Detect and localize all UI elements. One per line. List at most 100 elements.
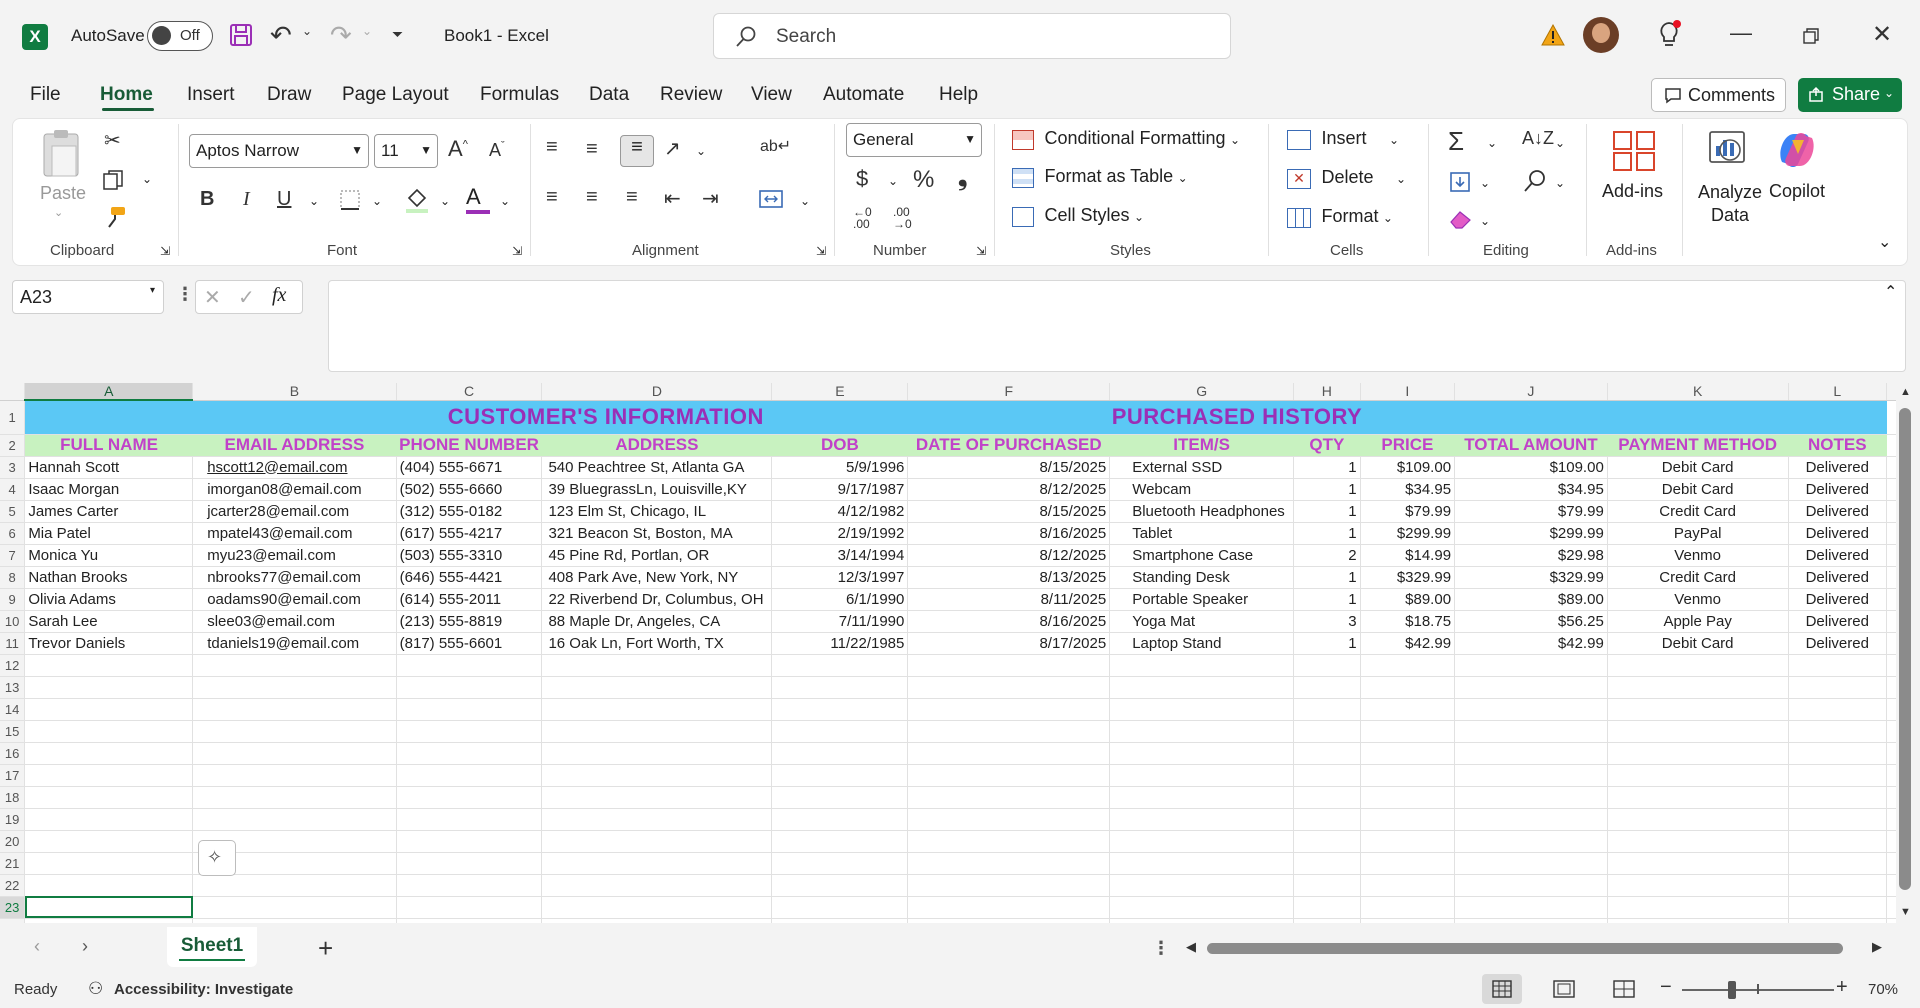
prev-sheet-icon[interactable]: ‹	[34, 936, 40, 957]
table-cell[interactable]: Credit Card	[1607, 566, 1789, 589]
cell[interactable]	[1293, 874, 1361, 897]
copilot-icon[interactable]	[1774, 128, 1820, 177]
row-header[interactable]: 7	[0, 544, 26, 567]
zoom-out-icon[interactable]: −	[1660, 976, 1672, 999]
scroll-right-icon[interactable]: ▶	[1872, 939, 1882, 955]
cell[interactable]	[771, 764, 909, 787]
table-cell[interactable]: 88 Maple Dr, Angeles, CA	[541, 610, 773, 633]
cell[interactable]	[396, 896, 543, 919]
cell[interactable]	[1607, 874, 1789, 897]
cell[interactable]	[907, 720, 1111, 743]
tab-insert[interactable]: Insert	[187, 84, 235, 106]
selected-cell[interactable]	[24, 896, 194, 919]
cell[interactable]	[1454, 720, 1608, 743]
cell[interactable]	[1788, 830, 1887, 853]
tab-automate[interactable]: Automate	[823, 84, 904, 106]
column-header-e[interactable]: E	[771, 383, 909, 401]
cell[interactable]	[24, 764, 194, 787]
cell[interactable]	[1360, 918, 1456, 923]
row-header[interactable]: 4	[0, 478, 26, 501]
cell[interactable]	[1360, 742, 1456, 765]
minimize-icon[interactable]: —	[1730, 20, 1752, 46]
cell[interactable]	[192, 764, 397, 787]
row-header[interactable]: 18	[0, 786, 26, 809]
number-launcher-icon[interactable]: ⇲	[976, 244, 986, 258]
table-cell[interactable]: Debit Card	[1607, 632, 1789, 655]
cell[interactable]	[907, 852, 1111, 875]
table-cell[interactable]: Venmo	[1607, 588, 1789, 611]
table-cell[interactable]: $329.99	[1360, 566, 1456, 589]
row-header[interactable]: 24	[0, 918, 26, 923]
table-cell[interactable]: Webcam	[1109, 478, 1295, 501]
row-header[interactable]: 2	[0, 434, 26, 457]
table-cell[interactable]: Venmo	[1607, 544, 1789, 567]
cell[interactable]	[1360, 786, 1456, 809]
tab-file[interactable]: File	[30, 84, 61, 106]
zoom-slider-thumb[interactable]	[1728, 981, 1736, 999]
column-heading[interactable]: QTY	[1293, 434, 1361, 457]
table-cell[interactable]: Standing Desk	[1109, 566, 1295, 589]
column-heading[interactable]: DOB	[771, 434, 908, 457]
table-cell[interactable]: Hannah Scott	[24, 456, 194, 479]
font-size-select[interactable]: 11 ▼	[374, 134, 438, 168]
cell[interactable]	[1607, 654, 1789, 677]
sort-filter-dropdown-icon[interactable]: ⌄	[1555, 136, 1565, 150]
table-cell[interactable]: Debit Card	[1607, 478, 1789, 501]
table-cell[interactable]: 4/12/1982	[771, 500, 909, 523]
table-cell[interactable]: 22 Riverbend Dr, Columbus, OH	[541, 588, 773, 611]
table-cell[interactable]: Apple Pay	[1607, 610, 1789, 633]
cell[interactable]	[1607, 786, 1789, 809]
table-cell[interactable]: Isaac Morgan	[24, 478, 194, 501]
tab-data[interactable]: Data	[589, 84, 629, 106]
table-cell[interactable]: (213) 555-8819	[396, 610, 543, 633]
font-color-icon[interactable]: A	[466, 184, 490, 214]
add-ins-icon[interactable]	[1612, 130, 1656, 177]
collapse-ribbon-icon[interactable]: ⌄	[1878, 232, 1891, 252]
font-color-dropdown-icon[interactable]: ⌄	[500, 194, 510, 208]
cell[interactable]	[1454, 808, 1608, 831]
cell[interactable]	[1109, 764, 1295, 787]
cell[interactable]	[396, 852, 543, 875]
horizontal-scroll-thumb[interactable]	[1207, 943, 1843, 954]
cell[interactable]	[541, 852, 773, 875]
cell[interactable]	[396, 830, 543, 853]
cell[interactable]	[192, 808, 397, 831]
title-band-cell[interactable]	[771, 400, 1110, 435]
zoom-level[interactable]: 70%	[1868, 981, 1898, 998]
fill-color-dropdown-icon[interactable]: ⌄	[440, 194, 450, 208]
cell[interactable]	[1607, 830, 1789, 853]
quick-analysis-button[interactable]: ✧	[198, 840, 236, 876]
row-header[interactable]: 19	[0, 808, 26, 831]
restore-icon[interactable]	[1802, 27, 1820, 50]
table-cell[interactable]: Delivered	[1788, 610, 1887, 633]
column-header-h[interactable]: H	[1293, 383, 1361, 401]
cell[interactable]	[192, 874, 397, 897]
table-cell[interactable]: $299.99	[1360, 522, 1456, 545]
more-options-icon[interactable]: ⋮	[176, 284, 194, 305]
cell[interactable]	[1454, 896, 1608, 919]
table-cell[interactable]: $42.99	[1360, 632, 1456, 655]
cell[interactable]	[192, 676, 397, 699]
cell[interactable]	[24, 786, 194, 809]
table-cell[interactable]: $14.99	[1360, 544, 1456, 567]
cell[interactable]	[1293, 786, 1361, 809]
cell[interactable]	[396, 808, 543, 831]
cell[interactable]	[771, 808, 909, 831]
increase-font-icon[interactable]: A^	[448, 136, 468, 162]
table-cell[interactable]: imorgan08@email.com	[192, 478, 397, 501]
decrease-decimal-icon[interactable]: .00 →0	[893, 206, 912, 230]
table-cell[interactable]: Tablet	[1109, 522, 1295, 545]
column-heading[interactable]: FULL NAME	[24, 434, 193, 457]
column-heading[interactable]: NOTES	[1788, 434, 1887, 457]
table-cell[interactable]: 321 Beacon St, Boston, MA	[541, 522, 773, 545]
table-cell[interactable]: Yoga Mat	[1109, 610, 1295, 633]
table-cell[interactable]: 6/1/1990	[771, 588, 909, 611]
cell[interactable]	[1788, 786, 1887, 809]
table-cell[interactable]: 123 Elm St, Chicago, IL	[541, 500, 773, 523]
table-cell[interactable]: $89.00	[1360, 588, 1456, 611]
table-cell[interactable]: slee03@email.com	[192, 610, 397, 633]
clear-dropdown-icon[interactable]: ⌄	[1480, 214, 1490, 228]
table-cell[interactable]: 1	[1293, 632, 1361, 655]
cell[interactable]	[541, 742, 773, 765]
column-header-c[interactable]: C	[396, 383, 543, 401]
